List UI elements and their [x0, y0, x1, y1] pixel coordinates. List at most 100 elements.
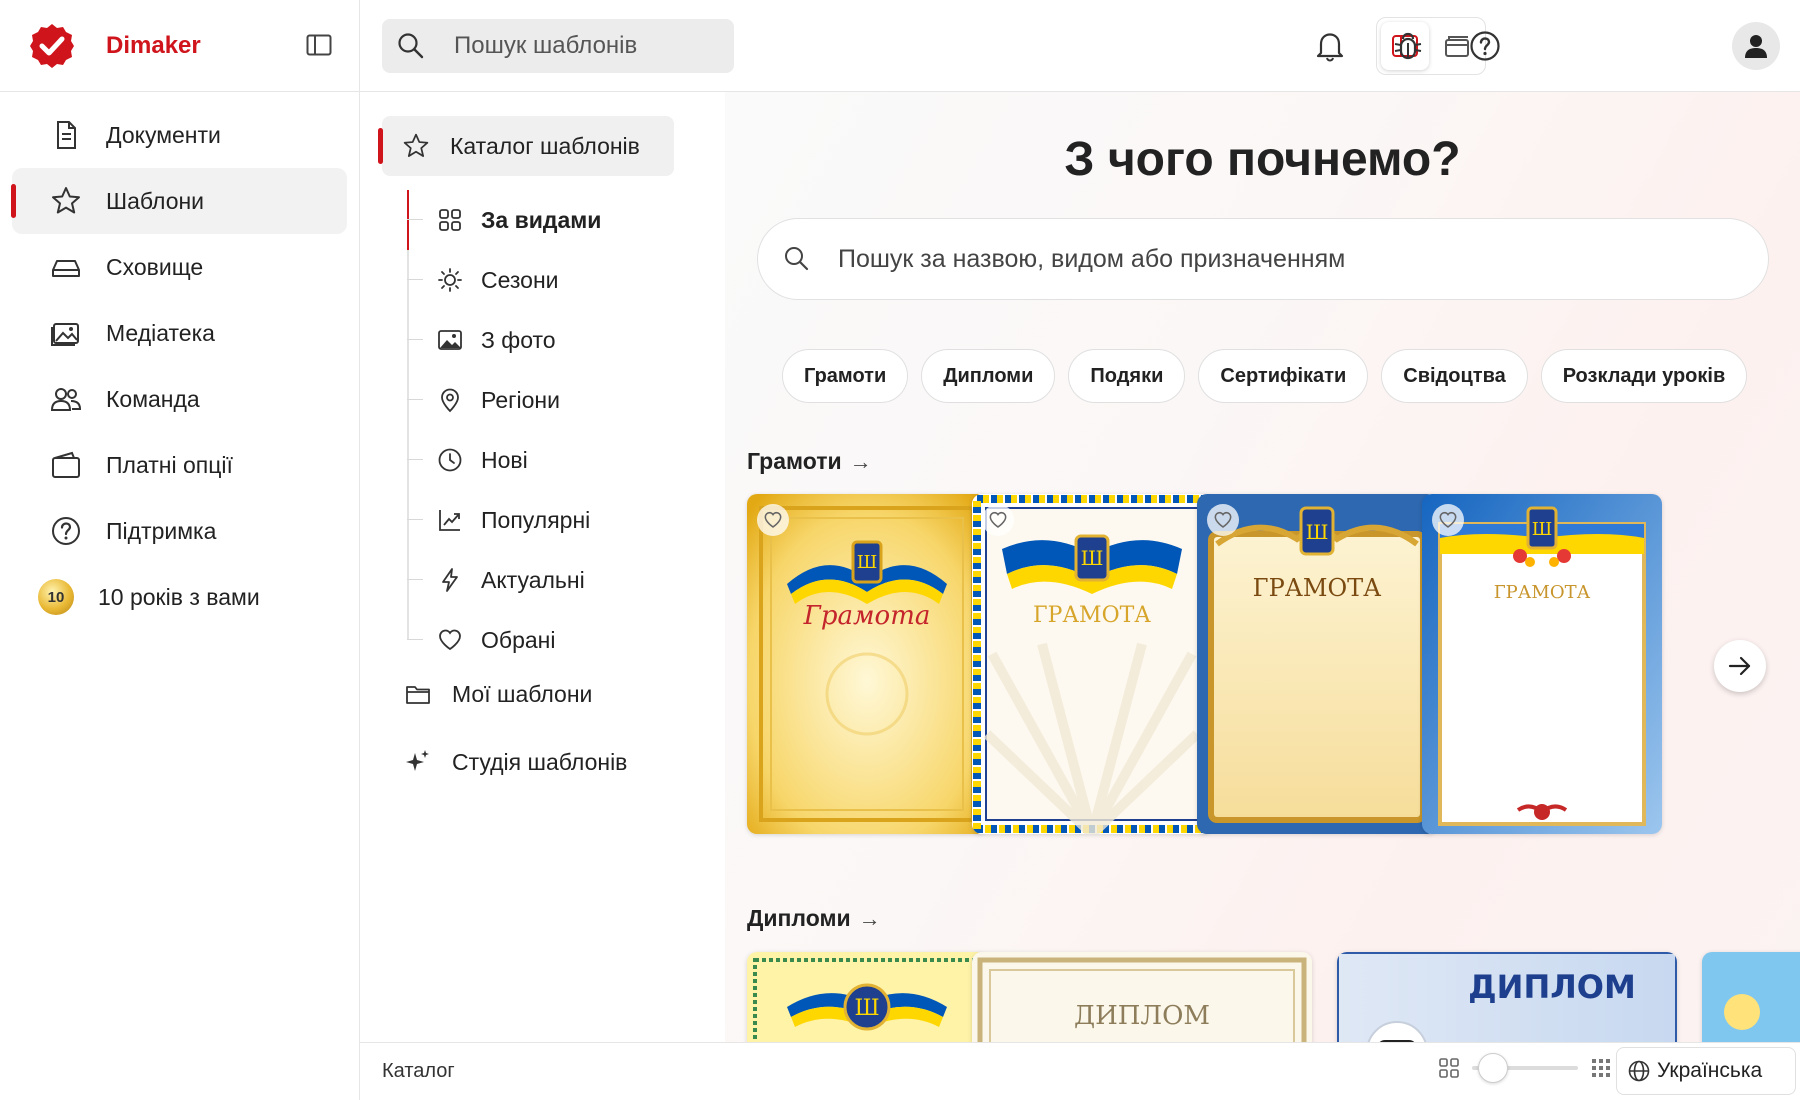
chip-certificates-gramoty[interactable]: Грамоти [782, 349, 909, 403]
sun-icon [438, 268, 462, 292]
catalog-panel: Каталог шаблонів За видами Сезони З фото… [360, 92, 725, 1042]
card-size-slider [1438, 1053, 1612, 1083]
card-caption: Грамота [803, 601, 931, 631]
zoom-slider-track[interactable] [1472, 1053, 1578, 1083]
app-name: Dimaker [106, 31, 201, 59]
svg-text:Ш: Ш [854, 996, 879, 1021]
catalog-item-popular[interactable]: Популярні [407, 490, 707, 550]
template-card[interactable]: Ш [747, 952, 987, 1042]
folder-icon [406, 686, 430, 704]
template-card[interactable] [1702, 952, 1800, 1042]
zoom-slider-thumb[interactable] [1478, 1053, 1509, 1083]
heart-icon [1214, 511, 1232, 528]
sidebar-item-media-library[interactable]: Медіатека [12, 300, 347, 366]
catalog-item-label: Нові [481, 446, 528, 473]
favorite-button[interactable] [1207, 504, 1239, 536]
sidebar-item-label: 10 років з вами [98, 583, 260, 610]
status-bar: Каталог Українська [360, 1042, 1800, 1100]
catalog-item-favorites[interactable]: Обрані [407, 610, 707, 670]
favorite-button[interactable] [757, 504, 789, 536]
sidebar-item-support[interactable]: Підтримка [12, 498, 347, 564]
catalog-item-seasons[interactable]: Сезони [407, 250, 707, 310]
template-card[interactable]: Ш ГРАМОТА [1422, 494, 1662, 834]
catalog-item-relevant[interactable]: Актуальні [407, 550, 707, 610]
sidebar-item-label: Шаблони [106, 187, 205, 214]
template-card[interactable]: ДИПЛОМ [972, 952, 1312, 1042]
catalog-item-regions[interactable]: Регіони [407, 370, 707, 430]
chip-thanks[interactable]: Подяки [1068, 349, 1186, 403]
catalog-my-templates[interactable]: Мої шаблони [404, 669, 592, 719]
photo-icon [438, 330, 462, 350]
template-card[interactable]: Ш ГРАМОТА [972, 494, 1212, 834]
sidebar-item-paid-options[interactable]: Платні опції [12, 432, 347, 498]
notifications-button[interactable] [1310, 26, 1350, 66]
card-caption: ГРАМОТА [1494, 582, 1591, 603]
template-preview: Ш ГРАМОТА [972, 494, 1212, 834]
heart-icon [439, 629, 461, 651]
sidebar-item-documents[interactable]: Документи [12, 102, 347, 168]
catalog-item-by-type[interactable]: За видами [407, 190, 707, 250]
globe-icon [1628, 1060, 1650, 1082]
chip-lesson-schedules[interactable]: Розклади уроків [1540, 349, 1748, 403]
catalog-item-new[interactable]: Нові [407, 430, 707, 490]
template-search-input[interactable] [454, 32, 724, 60]
grid-icon [439, 209, 461, 231]
catalog-my-templates-label: Мої шаблони [452, 680, 593, 707]
sparkles-icon [406, 750, 429, 771]
template-card[interactable]: Ш ГРАМОТА [1197, 494, 1437, 834]
search-icon [398, 33, 424, 59]
anniversary-badge: 10 [38, 579, 74, 615]
sidebar-item-team[interactable]: Команда [12, 366, 347, 432]
main-search-input[interactable] [838, 244, 1738, 274]
footer-breadcrumb: Каталог [382, 1060, 455, 1082]
catalog-subitems: За видами Сезони З фото Регіони Нові Поп… [407, 190, 707, 670]
section-title-diplomas[interactable]: Дипломи → [747, 905, 881, 932]
svg-text:Ш: Ш [1532, 519, 1553, 540]
help-button[interactable] [1465, 26, 1505, 66]
question-icon [1470, 31, 1500, 61]
catalog-item-label: Актуальні [481, 566, 585, 593]
template-preview: ДИПЛОМ [972, 952, 1312, 1042]
team-icon [50, 383, 82, 415]
chip-certificates[interactable]: Сертифікати [1198, 349, 1369, 403]
card-caption: ГРАМОТА [1253, 574, 1382, 602]
sidebar-item-label: Документи [106, 121, 221, 148]
image-library-icon [50, 317, 82, 349]
page-title: З чого почнемо? [1064, 133, 1461, 186]
dimaker-logo-icon[interactable] [28, 22, 76, 70]
report-bug-button[interactable] [1388, 26, 1428, 66]
section-title-label: Грамоти [747, 448, 842, 474]
catalog-header[interactable]: Каталог шаблонів [378, 116, 674, 176]
language-selector[interactable]: Українська [1616, 1047, 1796, 1095]
sidebar-item-label: Медіатека [106, 319, 215, 346]
catalog-item-label: З фото [481, 326, 556, 353]
user-icon [1745, 35, 1767, 58]
svg-text:Ш: Ш [1306, 520, 1329, 544]
catalog-item-label: Популярні [481, 506, 591, 533]
sidebar-item-storage[interactable]: Сховище [12, 234, 347, 300]
template-card[interactable]: ДИПЛОМ [1337, 952, 1677, 1042]
template-card[interactable]: Ш Грамота [747, 494, 987, 834]
drive-icon [50, 251, 82, 283]
sidebar-item-label: Платні опції [106, 451, 233, 478]
catalog-item-with-photo[interactable]: З фото [407, 310, 707, 370]
bell-icon [1316, 33, 1344, 62]
catalog-item-label: Регіони [481, 386, 560, 413]
grid-small-icon [1439, 1058, 1459, 1078]
template-preview: ДИПЛОМ [1337, 952, 1677, 1042]
sidebar-item-anniversary[interactable]: 10 10 років з вами [12, 564, 347, 630]
favorite-button[interactable] [1432, 504, 1464, 536]
template-search [382, 19, 734, 73]
sidebar-item-templates[interactable]: Шаблони [11, 168, 347, 234]
carousel-next-button[interactable] [1714, 640, 1766, 692]
brand-header: Dimaker [0, 0, 359, 92]
catalog-template-studio[interactable]: Студія шаблонів [404, 737, 627, 787]
arrow-right-icon: → [849, 448, 872, 474]
chip-diplomas[interactable]: Дипломи [921, 349, 1056, 403]
sidebar-collapse-icon[interactable] [306, 34, 332, 56]
favorite-button[interactable] [982, 504, 1014, 536]
chip-testimonials[interactable]: Свідоцтва [1381, 349, 1528, 403]
user-avatar-button[interactable] [1732, 22, 1780, 70]
template-preview: Ш Грамота [747, 494, 987, 834]
section-title-gramoty[interactable]: Грамоти → [747, 448, 872, 475]
